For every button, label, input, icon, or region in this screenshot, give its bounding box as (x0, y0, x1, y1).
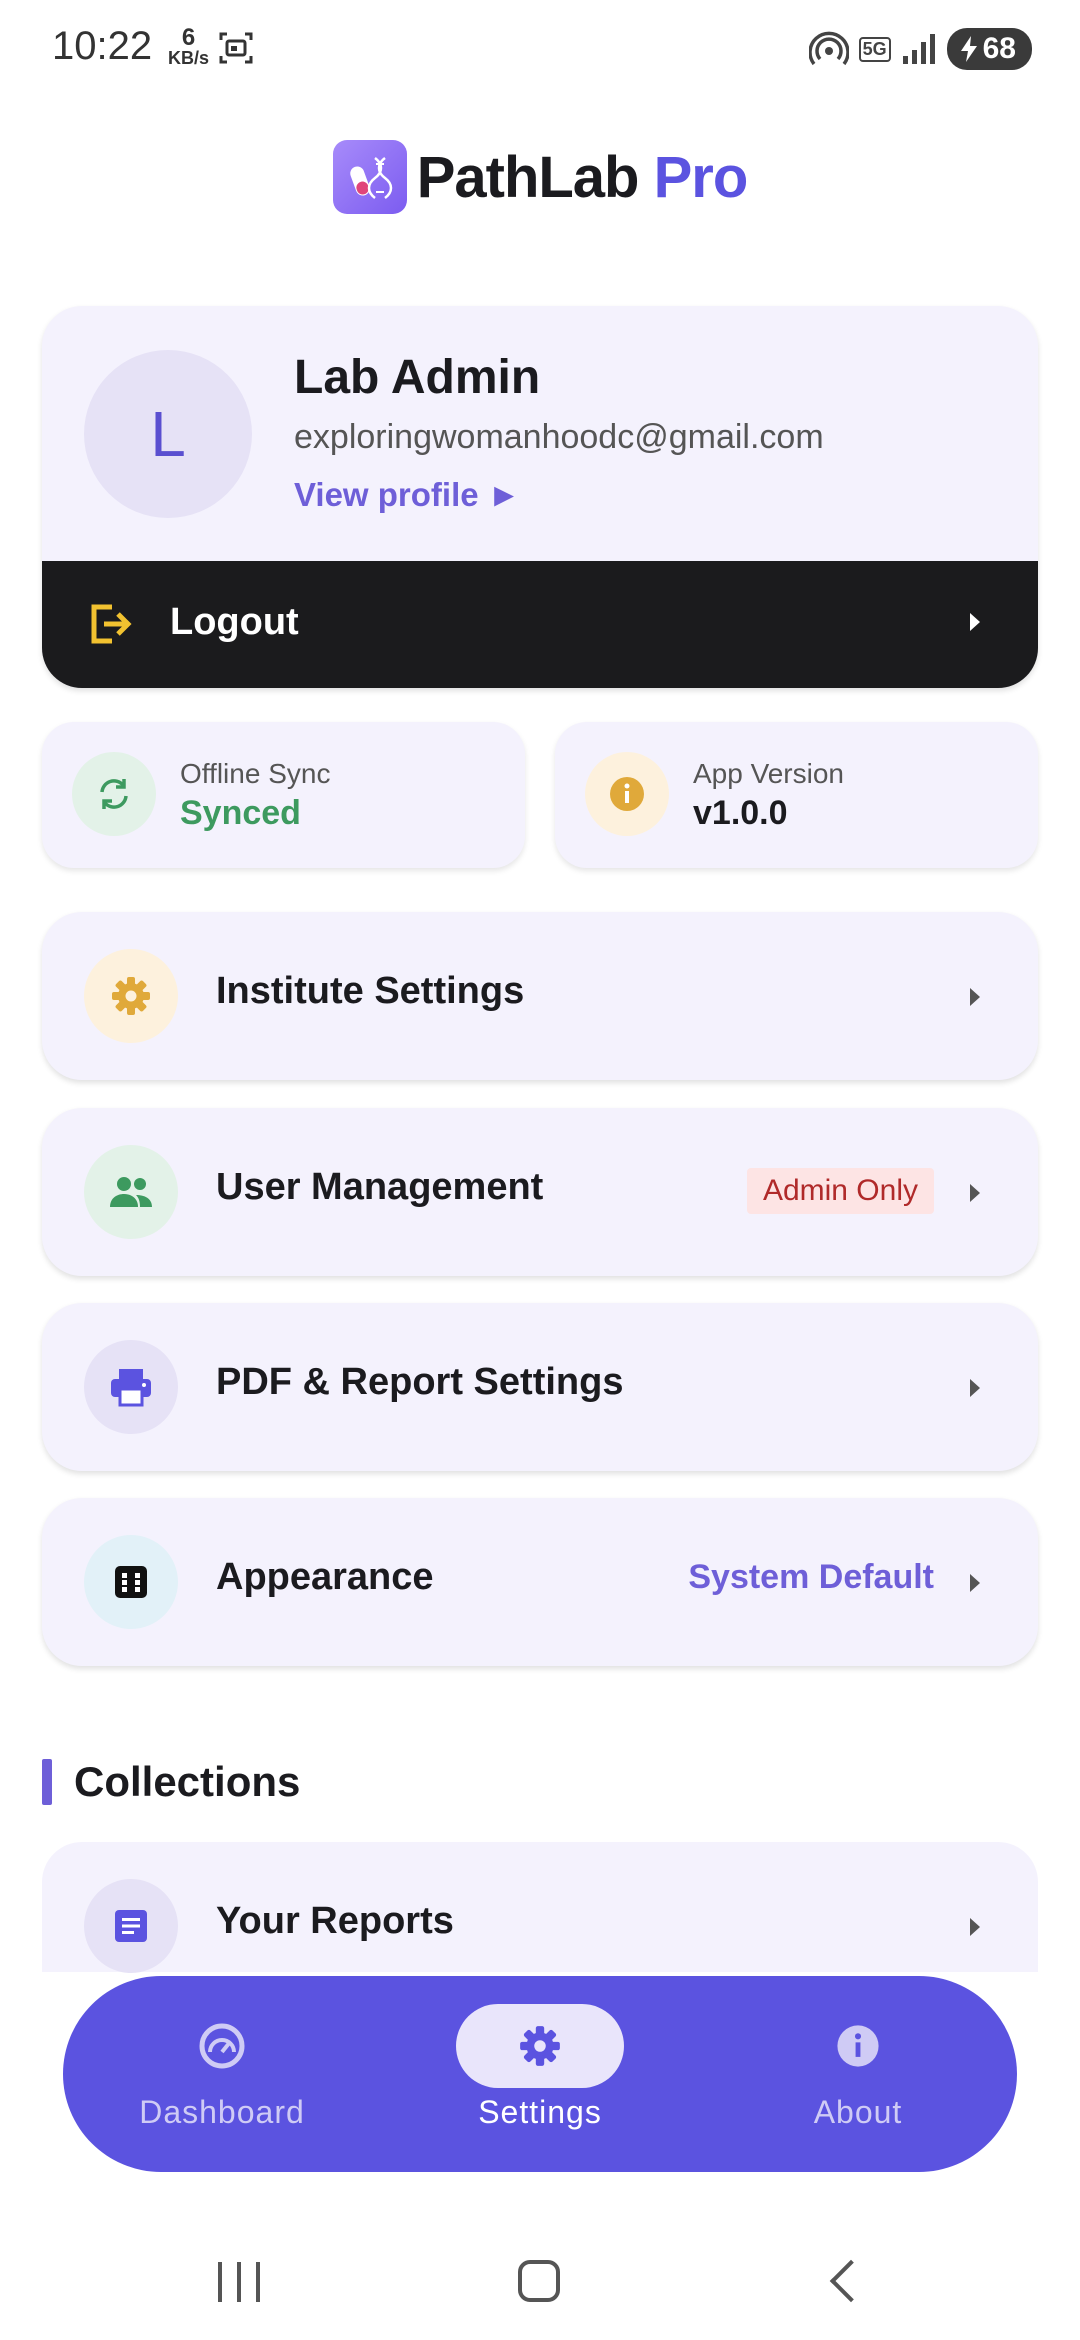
app-title-main: PathLab (416, 144, 640, 210)
hotspot-icon (808, 31, 849, 66)
logout-button[interactable]: Logout (42, 561, 1038, 688)
battery-indicator: 68 (946, 28, 1032, 70)
appearance-item[interactable]: Appearance System Default (42, 1498, 1038, 1666)
network-speed-value: 6 (181, 24, 196, 51)
app-title: PathLab Pro (416, 144, 749, 211)
gear-icon (456, 2004, 624, 2088)
info-icon (585, 752, 669, 836)
appearance-label: Appearance (216, 1556, 434, 1598)
tab-dashboard[interactable]: Dashboard (102, 2004, 342, 2144)
tab-about-label: About (813, 2094, 903, 2130)
status-icons: 5G 68 (808, 28, 1032, 70)
institute-settings-item[interactable]: Institute Settings (42, 912, 1038, 1080)
chevron-right-icon (970, 1918, 980, 1936)
tab-dashboard-label: Dashboard (139, 2094, 305, 2130)
profile-card[interactable]: L Lab Admin exploringwomanhoodc@gmail.co… (42, 306, 1038, 688)
pdf-report-settings-item[interactable]: PDF & Report Settings (42, 1303, 1038, 1471)
users-icon (84, 1145, 178, 1239)
logout-label: Logout (170, 601, 299, 643)
network-type: 5G (858, 36, 891, 62)
tab-about[interactable]: About (738, 2004, 978, 2144)
appearance-icon (84, 1535, 178, 1629)
tab-settings-label: Settings (478, 2094, 602, 2130)
system-navigation-bar (0, 2230, 1080, 2320)
app-title-accent: Pro (653, 144, 749, 210)
collections-title: Collections (74, 1758, 301, 1805)
recent-apps-button[interactable] (218, 2262, 260, 2302)
dashboard-icon (138, 2004, 306, 2088)
app-version-label: App Version (693, 758, 844, 789)
status-time: 10:22 (52, 24, 153, 68)
signal-icon (902, 34, 935, 64)
pdf-report-settings-label: PDF & Report Settings (216, 1361, 624, 1403)
appearance-value: System Default (688, 1558, 934, 1596)
printer-icon (84, 1340, 178, 1434)
info-icon (774, 2004, 942, 2088)
collections-heading: Collections (42, 1758, 300, 1806)
chevron-right-icon (970, 988, 980, 1006)
your-reports-item[interactable]: Your Reports (42, 1842, 1038, 1973)
screenshot-icon (219, 32, 253, 64)
institute-settings-label: Institute Settings (216, 970, 525, 1012)
chevron-right-icon (970, 1574, 980, 1592)
your-reports-label: Your Reports (216, 1900, 454, 1942)
status-bar: 10:22 6 KB/s 5G 68 (0, 0, 1080, 100)
report-icon (84, 1879, 178, 1973)
profile-email: exploringwomanhoodc@gmail.com (294, 418, 824, 456)
logout-icon (91, 604, 132, 644)
chevron-right-icon (970, 1184, 980, 1202)
gear-icon (84, 949, 178, 1043)
section-accent-bar (42, 1759, 52, 1805)
chevron-right-icon (970, 1379, 980, 1397)
network-speed-unit: KB/s (168, 48, 210, 68)
offline-sync-card: Offline Sync Synced (42, 722, 525, 868)
view-profile-link[interactable]: View profile ► (294, 476, 520, 514)
offline-sync-status: Synced (180, 794, 301, 832)
tab-settings[interactable]: Settings (420, 2004, 660, 2144)
app-header: PathLab Pro (0, 140, 1080, 214)
admin-only-badge: Admin Only (746, 1168, 934, 1214)
profile-name: Lab Admin (294, 351, 541, 404)
sync-icon (72, 752, 156, 836)
network-speed: 6 KB/s (168, 24, 210, 69)
offline-sync-label: Offline Sync (180, 758, 331, 789)
bottom-navigation: Dashboard Settings About (63, 1976, 1017, 2172)
user-management-item[interactable]: User Management Admin Only (42, 1108, 1038, 1276)
avatar: L (84, 350, 252, 518)
user-management-label: User Management (216, 1166, 544, 1208)
back-button[interactable] (829, 2259, 873, 2303)
app-logo-icon (332, 140, 407, 214)
app-version-card: App Version v1.0.0 (555, 722, 1038, 868)
app-version-value: v1.0.0 (693, 794, 788, 832)
home-button[interactable] (518, 2260, 560, 2302)
charging-icon (960, 36, 977, 62)
chevron-right-icon (970, 613, 980, 631)
battery-level: 68 (982, 32, 1016, 65)
